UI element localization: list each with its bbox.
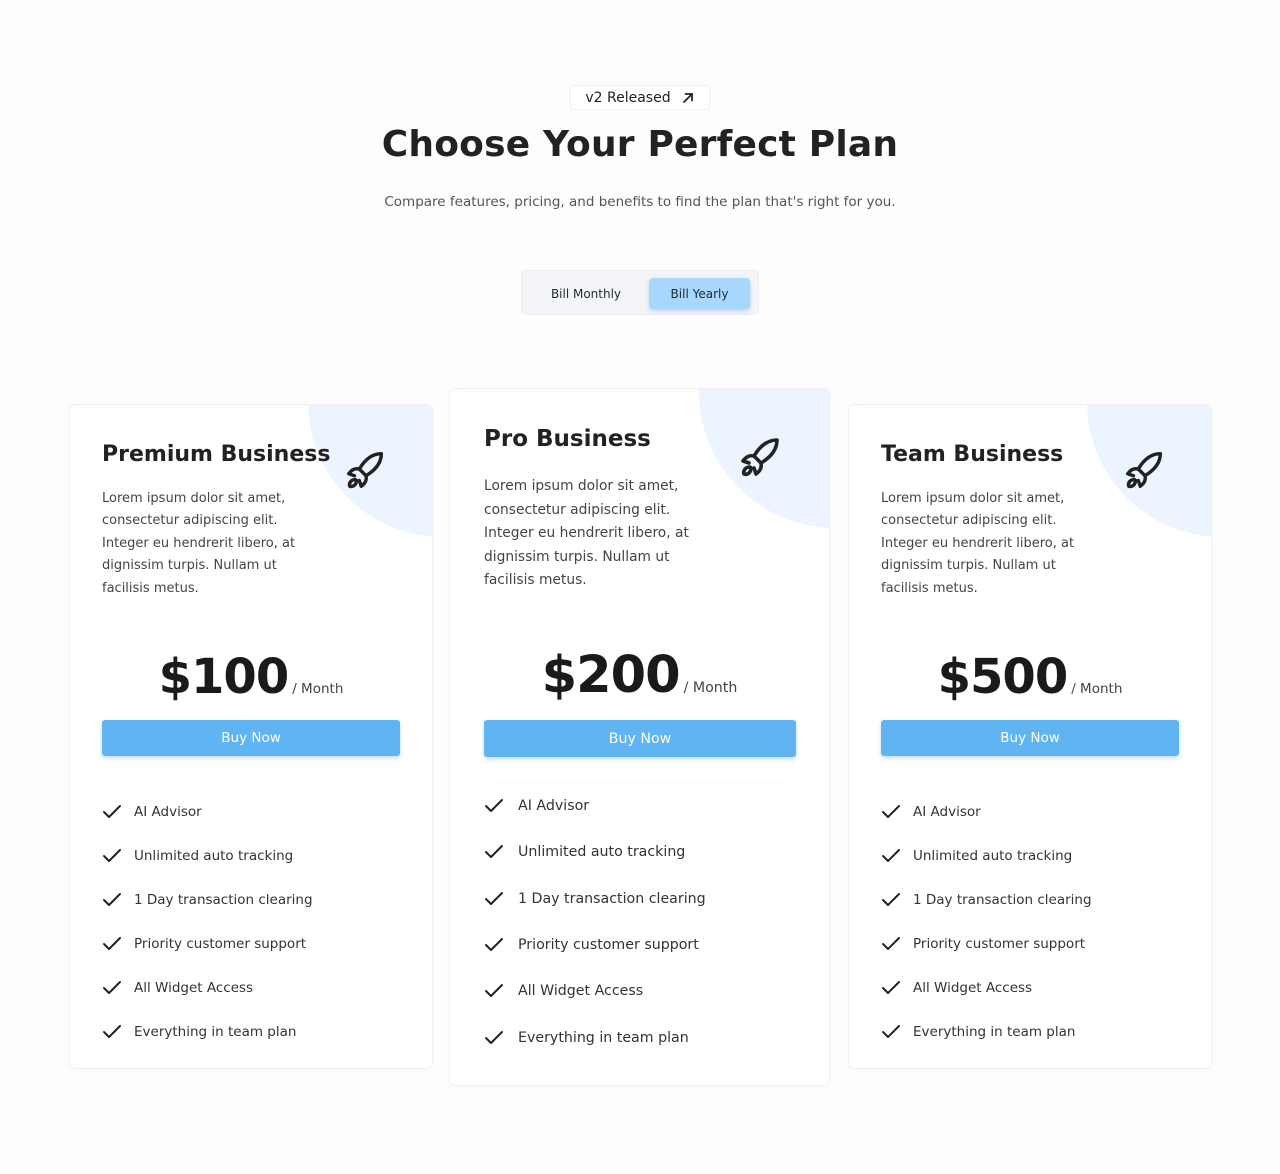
check-icon: [882, 805, 900, 818]
check-icon: [103, 805, 121, 818]
arrow-up-right-icon: [681, 91, 695, 105]
plan-card-premium-business: Premium Business Lorem ipsum dolor sit a…: [69, 404, 433, 1069]
feature-item: 1 Day transaction clearing: [102, 878, 313, 922]
price-period: / Month: [1071, 681, 1123, 697]
feature-item: Unlimited auto tracking: [484, 829, 706, 875]
check-icon: [485, 1030, 503, 1044]
bill-yearly-button[interactable]: Bill Yearly: [649, 278, 750, 309]
page-title: Choose Your Perfect Plan: [381, 124, 899, 165]
plan-name: Pro Business: [484, 426, 651, 452]
price-amount: $100: [158, 649, 290, 705]
check-icon: [485, 891, 503, 905]
check-icon: [485, 845, 503, 859]
bill-monthly-button[interactable]: Bill Monthly: [530, 278, 642, 309]
plan-card-team-business: Team Business Lorem ipsum dolor sit amet…: [848, 404, 1212, 1069]
billing-toggle: Bill Monthly Bill Yearly: [521, 270, 759, 315]
plan-price: $200/ Month: [450, 646, 829, 705]
feature-item: Unlimited auto tracking: [881, 834, 1092, 878]
feature-label: AI Advisor: [134, 804, 202, 820]
plan-description: Lorem ipsum dolor sit amet, consectetur …: [484, 478, 689, 589]
feature-item: Everything in team plan: [881, 1010, 1092, 1054]
feature-label: Priority customer support: [913, 936, 1086, 952]
check-icon: [103, 937, 121, 950]
feature-item: Priority customer support: [484, 922, 706, 968]
feature-label: 1 Day transaction clearing: [518, 890, 706, 907]
feature-label: Unlimited auto tracking: [518, 844, 686, 861]
feature-label: Everything in team plan: [913, 1024, 1076, 1040]
plan-price: $100/ Month: [70, 649, 432, 705]
check-icon: [882, 1025, 900, 1038]
price-amount: $500: [937, 649, 1069, 705]
plan-price: $500/ Month: [849, 649, 1211, 705]
feature-item: Priority customer support: [102, 922, 313, 966]
price-amount: $200: [541, 646, 681, 705]
feature-item: AI Advisor: [484, 783, 706, 829]
feature-list: AI Advisor Unlimited auto tracking 1 Day…: [484, 783, 706, 1061]
feature-item: All Widget Access: [881, 966, 1092, 1010]
feature-item: 1 Day transaction clearing: [881, 878, 1092, 922]
feature-label: Unlimited auto tracking: [134, 848, 294, 864]
check-icon: [103, 893, 121, 906]
rocket-icon: [1126, 451, 1163, 489]
feature-item: AI Advisor: [102, 790, 313, 834]
rocket-icon: [741, 438, 779, 477]
feature-item: AI Advisor: [881, 790, 1092, 834]
check-icon: [882, 849, 900, 862]
plan-card-pro-business: Pro Business Lorem ipsum dolor sit amet,…: [449, 388, 830, 1086]
feature-item: All Widget Access: [102, 966, 313, 1010]
buy-now-button[interactable]: Buy Now: [102, 720, 400, 756]
rocket-icon: [347, 451, 384, 489]
price-period: / Month: [292, 681, 344, 697]
page-subtitle: Compare features, pricing, and benefits …: [384, 194, 896, 210]
plan-name: Premium Business: [102, 442, 331, 467]
check-icon: [485, 938, 503, 952]
feature-label: Priority customer support: [518, 937, 699, 954]
release-badge[interactable]: v2 Released: [570, 85, 710, 110]
check-icon: [485, 984, 503, 998]
check-icon: [882, 893, 900, 906]
feature-label: AI Advisor: [518, 798, 590, 815]
check-icon: [882, 937, 900, 950]
plan-description: Lorem ipsum dolor sit amet, consectetur …: [881, 491, 1075, 596]
release-badge-label: v2 Released: [585, 89, 671, 106]
feature-item: 1 Day transaction clearing: [484, 876, 706, 922]
buy-now-button[interactable]: Buy Now: [881, 720, 1179, 756]
feature-label: All Widget Access: [134, 980, 254, 996]
check-icon: [103, 849, 121, 862]
feature-label: All Widget Access: [913, 980, 1033, 996]
feature-label: Unlimited auto tracking: [913, 848, 1073, 864]
feature-label: All Widget Access: [518, 983, 644, 1000]
check-icon: [882, 981, 900, 994]
feature-label: Priority customer support: [134, 936, 307, 952]
check-icon: [103, 1025, 121, 1038]
plan-description: Lorem ipsum dolor sit amet, consectetur …: [102, 491, 296, 596]
feature-item: All Widget Access: [484, 968, 706, 1014]
buy-now-button[interactable]: Buy Now: [484, 720, 796, 757]
feature-item: Everything in team plan: [102, 1010, 313, 1054]
feature-list: AI Advisor Unlimited auto tracking 1 Day…: [881, 790, 1092, 1054]
price-period: / Month: [683, 680, 738, 696]
feature-label: Everything in team plan: [518, 1029, 689, 1046]
feature-item: Priority customer support: [881, 922, 1092, 966]
feature-list: AI Advisor Unlimited auto tracking 1 Day…: [102, 790, 313, 1054]
check-icon: [103, 981, 121, 994]
feature-label: 1 Day transaction clearing: [134, 892, 313, 908]
plan-name: Team Business: [881, 442, 1064, 467]
feature-label: AI Advisor: [913, 804, 981, 820]
feature-label: Everything in team plan: [134, 1024, 297, 1040]
check-icon: [485, 799, 503, 813]
feature-item: Everything in team plan: [484, 1014, 706, 1060]
feature-label: 1 Day transaction clearing: [913, 892, 1092, 908]
feature-item: Unlimited auto tracking: [102, 834, 313, 878]
